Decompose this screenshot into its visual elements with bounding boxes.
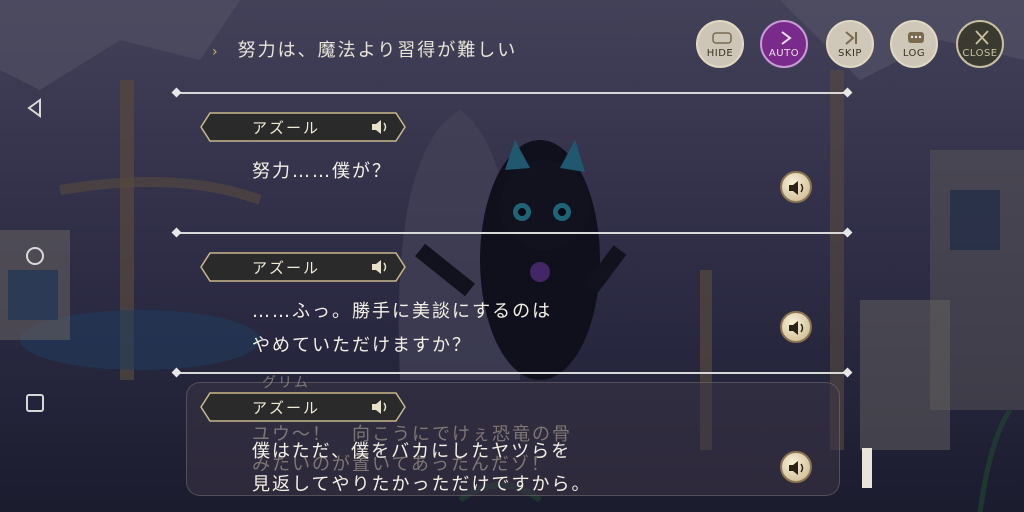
- replay-voice-icon: [789, 461, 804, 475]
- speaker-nameplate: アズール: [200, 392, 406, 422]
- close-button[interactable]: CLOSE: [956, 20, 1004, 68]
- recents-icon[interactable]: [25, 393, 45, 413]
- close-icon: [975, 30, 989, 45]
- log-button[interactable]: LOG: [890, 20, 938, 68]
- voice-speaker-icon: [372, 400, 387, 414]
- replay-voice-button[interactable]: [780, 451, 812, 483]
- replay-voice-button[interactable]: [780, 171, 812, 203]
- log-icon: [908, 32, 924, 43]
- choice-arrow-icon: ›: [212, 44, 220, 60]
- selected-choice: › 努力は、魔法より習得が難しい: [212, 36, 517, 62]
- replay-voice-button[interactable]: [780, 311, 812, 343]
- skip-button[interactable]: SKIP: [826, 20, 874, 68]
- log-scrollbar[interactable]: [862, 448, 872, 488]
- dialogue-line: 見返してやりたかっただけですから。: [252, 474, 592, 495]
- auto-label: AUTO: [768, 48, 800, 59]
- speaker-name: アズール: [252, 119, 321, 137]
- speaker-nameplate: アズール: [200, 112, 406, 142]
- voice-speaker-icon: [372, 120, 387, 134]
- voice-speaker-icon: [372, 260, 387, 274]
- auto-button[interactable]: AUTO: [760, 20, 808, 68]
- system-nav-bar: [0, 0, 70, 512]
- log-label: LOG: [902, 48, 926, 59]
- log-divider: [176, 232, 848, 234]
- replay-voice-icon: [789, 181, 804, 195]
- dialogue-line: 僕はただ、僕をバカにしたヤツらを: [252, 441, 572, 462]
- dialogue-line: やめていただけますか？: [252, 335, 472, 356]
- auto-play-icon: [781, 31, 792, 45]
- speaker-name: アズール: [252, 399, 321, 417]
- speaker-nameplate: アズール: [200, 252, 406, 282]
- speaker-name: アズール: [252, 259, 321, 277]
- replay-voice-icon: [789, 321, 804, 335]
- choice-text: 努力は、魔法より習得が難しい: [237, 40, 518, 61]
- back-icon[interactable]: [25, 98, 45, 118]
- dialogue-line: ……ふっ。勝手に美談にするのは: [252, 301, 553, 322]
- hide-icon: [712, 32, 732, 44]
- log-divider: [176, 92, 848, 94]
- skip-label: SKIP: [838, 48, 862, 59]
- home-icon[interactable]: [25, 246, 45, 266]
- skip-icon: [845, 31, 857, 45]
- dialogue-line: 努力……僕が？: [252, 161, 392, 182]
- background-speaker-name: グリム: [262, 375, 310, 391]
- hide-label: HIDE: [706, 48, 734, 59]
- close-label: CLOSE: [962, 48, 998, 59]
- hide-button[interactable]: HIDE: [696, 20, 744, 68]
